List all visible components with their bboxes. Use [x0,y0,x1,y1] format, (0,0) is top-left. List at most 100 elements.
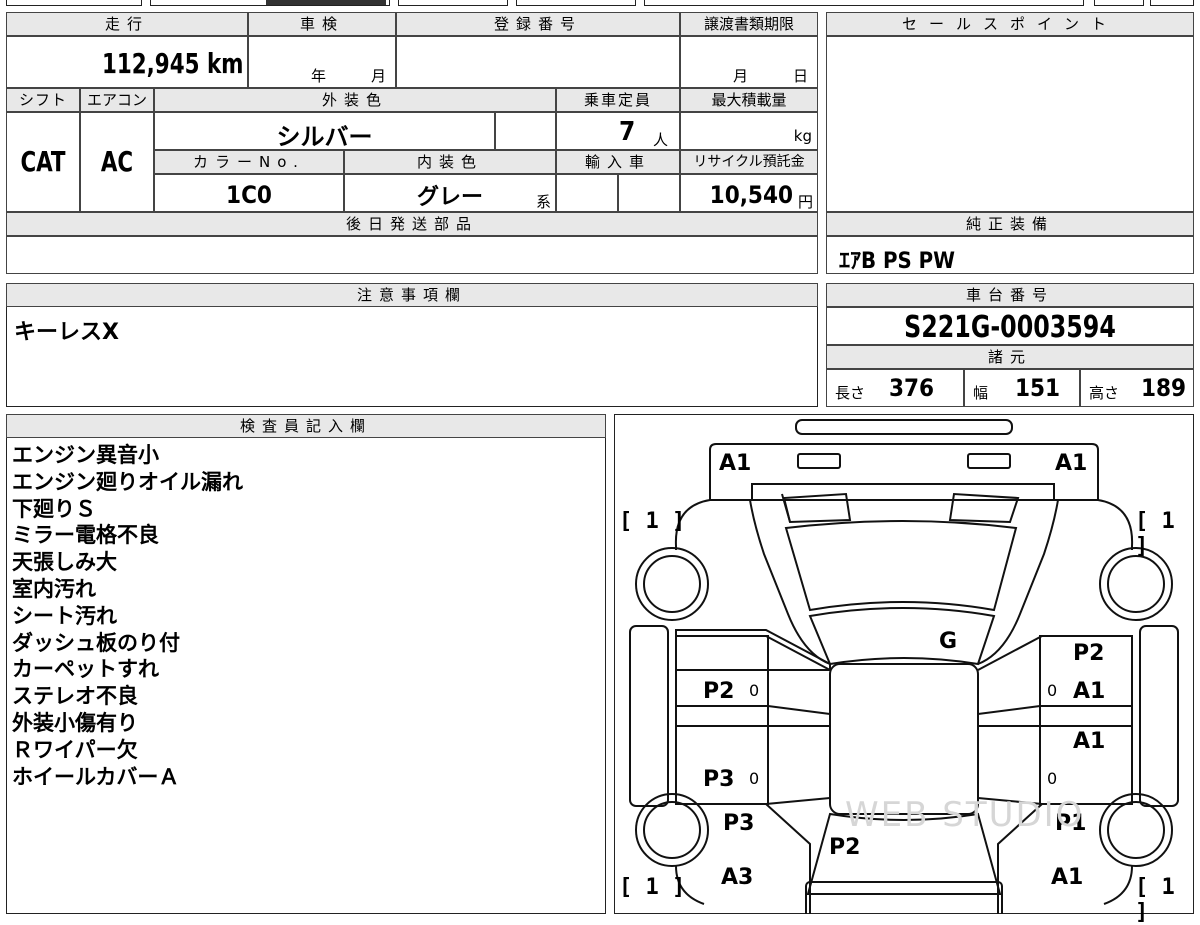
tire-rl: [ 1 ] [619,875,686,900]
zero-left-front: 0 [749,681,760,700]
mileage-header: 走行 [6,12,248,36]
inspector-note-item: ステレオ不良 [12,684,138,709]
damage-rear-center: P2 [829,835,861,860]
specs-height-cell: 高さ 189 [1080,369,1194,407]
zero-right-rear: 0 [1047,769,1058,788]
exterior-color-extra-cell [495,112,556,150]
transfer-month-label: 月 [733,67,749,85]
watermark: WEB STUDIO [845,795,1085,835]
damage-right-rear-door: A1 [1073,729,1106,754]
inspector-note-item: 室内汚れ [12,576,96,601]
capacity-unit: 人 [653,131,669,149]
inspector-note-item: 天張しみ大 [12,550,117,575]
zero-right-front: 0 [1047,681,1058,700]
damage-left-rear-quarter: P3 [723,811,755,836]
color-no-cell: 1C0 [154,174,344,212]
inspector-note-item: 下廻りＳ [12,496,96,521]
tire-fr: [ 1 ] [1135,509,1175,559]
capacity-header: 乗車定員 [556,88,680,112]
capacity-value: 7 [619,117,636,147]
interior-suffix: 系 [535,193,551,211]
damage-left-front-door: P2 [703,679,735,704]
notes-header: 注意事項欄 [6,283,818,307]
ac-cell: AC [80,112,154,212]
top-strip [0,0,1200,8]
inspector-note-item: 外装小傷有り [12,710,138,735]
later-parts-cell [6,236,818,274]
shift-cell: CAT [6,112,80,212]
inspection-header: 車検 [248,12,396,36]
damage-diagram: A1 A1 [ 1 ] [ 1 ] G P2 0 P3 0 P3 A3 P2 P… [614,414,1194,925]
max-load-unit: kg [793,127,812,145]
max-load-header: 最大積載量 [680,88,818,112]
shift-value: CAT [20,145,66,178]
inspection-cell: 年 月 [248,36,396,88]
shift-header: シフト [6,88,80,112]
damage-left-rear-bumper: A3 [721,865,754,890]
damage-front-right: A1 [1055,451,1088,476]
registration-cell [396,36,680,88]
sales-point-header: セールスポイント [826,12,1194,36]
ac-header: エアコン [80,88,154,112]
specs-length-value: 376 [889,374,935,402]
inspector-note-item: Ｒワイパー欠 [12,737,138,762]
genuine-equipment-header: 純正装備 [826,212,1194,236]
capacity-cell: 7 人 [556,112,680,150]
tire-rl-value: 1 [645,875,659,900]
exterior-color-header: 外装色 [154,88,556,112]
damage-front-left: A1 [719,451,752,476]
damage-right-front-door: A1 [1073,679,1106,704]
specs-width-value: 151 [1015,374,1061,402]
transfer-day-label: 日 [793,67,809,85]
specs-width-cell: 幅 151 [964,369,1080,407]
damage-left-rear-door: P3 [703,767,735,792]
damage-right-rear-bumper: A1 [1051,865,1084,890]
sales-point-cell [826,36,1194,212]
inspector-note-item: エンジン廻りオイル漏れ [12,469,243,494]
import-cell-a [556,174,618,212]
chassis-header: 車台番号 [826,283,1194,307]
recycle-header: リサイクル預託金 [680,150,818,174]
specs-width-label: 幅 [973,384,989,402]
inspector-header: 検査員記入欄 [6,414,606,438]
specs-length-cell: 長さ 376 [826,369,964,407]
zero-left-rear: 0 [749,769,760,788]
inspector-note-item: ミラー電格不良 [12,523,159,548]
interior-color-cell: グレー 系 [344,174,556,212]
import-cell-b [618,174,680,212]
recycle-value: 10,540 [709,181,793,209]
transfer-cell: 月 日 [680,36,818,88]
chassis-value: S221G-0003594 [904,310,1116,345]
inspector-notes-list: エンジン異音小 エンジン廻りオイル漏れ 下廻りＳ ミラー電格不良 天張しみ大 室内汚れ シー… [12,442,243,790]
inspection-year-label: 年 [311,67,327,85]
inspection-month-label: 月 [371,67,387,85]
chassis-cell: S221G-0003594 [826,307,1194,345]
exterior-color-cell: シルバー [154,112,495,151]
inspector-note-item: ホイールカバーＡ [12,764,180,789]
exterior-color-value: シルバー [276,123,373,151]
specs-length-label: 長さ [835,384,866,402]
recycle-unit: 円 [797,193,813,211]
tire-fl-value: 1 [645,509,659,534]
car-outline [628,418,1179,914]
inspector-note-item: カーペットすれ [12,657,159,682]
import-header: 輸入車 [556,150,680,174]
tire-rr-value: 1 [1161,875,1175,900]
ac-value: AC [100,145,134,178]
max-load-cell: kg [680,112,818,150]
mileage-value: 112,945 km [101,47,243,80]
later-parts-header: 後日発送部品 [6,212,818,236]
notes-value: キーレスX [14,320,119,345]
tire-fr-value: 1 [1161,509,1175,534]
interior-color-header: 内装色 [344,150,556,174]
inspector-note-item: シート汚れ [12,603,117,628]
damage-windshield: G [939,629,958,654]
genuine-equipment-value: ｴｱB PS PW [839,249,955,274]
color-no-header: カラーNo. [154,150,344,174]
tire-fl: [ 1 ] [619,509,686,534]
transfer-deadline-header: 譲渡書類期限 [680,12,818,36]
recycle-cell: 10,540 円 [680,174,818,212]
inspector-note-item: ダッシュ板のり付 [12,630,180,655]
damage-right-front-top: P2 [1073,641,1105,666]
specs-header: 諸元 [826,345,1194,369]
